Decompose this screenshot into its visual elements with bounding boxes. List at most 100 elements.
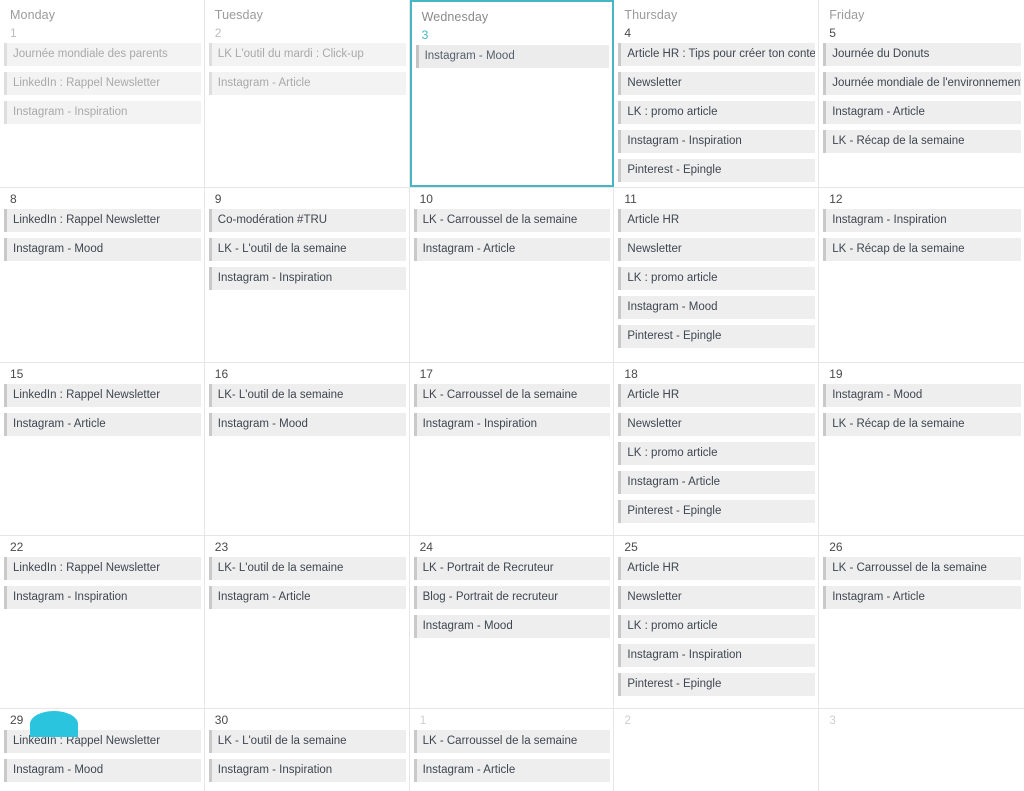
event-chip[interactable]: Instagram - Mood	[4, 759, 201, 782]
event-chip[interactable]: Instagram - Inspiration	[618, 644, 816, 667]
day-cell-3[interactable]: 3	[819, 709, 1024, 791]
event-chip[interactable]: Pinterest - Epingle	[618, 325, 816, 348]
event-chip[interactable]: LinkedIn : Rappel Newsletter	[4, 72, 201, 95]
event-chip[interactable]: LK- L'outil de la semaine	[208, 384, 406, 407]
event-chip[interactable]: LK - Carroussel de la semaine	[413, 209, 611, 232]
day-number: 15	[10, 367, 24, 381]
day-cell-25[interactable]: 25 Article HR Newsletter LK : promo article…	[614, 536, 820, 708]
day-cell-23[interactable]: 23 LK- L'outil de la semaine Instagram - A…	[204, 536, 410, 708]
event-chip[interactable]: Instagram - Inspiration	[413, 413, 611, 436]
day-cell-2[interactable]: Tuesday 2 LK L'outil du mardi : Click-up In…	[204, 0, 410, 187]
event-chip[interactable]: Instagram - Article	[208, 586, 406, 609]
event-chip[interactable]: Article HR	[618, 384, 816, 407]
event-chip[interactable]: LinkedIn : Rappel Newsletter	[4, 209, 201, 232]
event-chip[interactable]: LK - Carroussel de la semaine	[823, 557, 1021, 580]
event-chip[interactable]: LK - Carroussel de la semaine	[413, 384, 611, 407]
day-cell-1[interactable]: Monday 1 Journée mondiale des parents Linke…	[0, 0, 205, 187]
event-list: Article HR Newsletter LK : promo article In…	[614, 384, 818, 529]
event-chip[interactable]: Instagram - Mood	[823, 384, 1021, 407]
event-chip[interactable]: Instagram - Inspiration	[823, 209, 1021, 232]
day-cell-2[interactable]: 2	[614, 709, 820, 791]
event-chip[interactable]: LK : promo article	[618, 267, 816, 290]
event-chip[interactable]: Instagram - Mood	[208, 413, 406, 436]
event-chip[interactable]: Co-modération #TRU	[208, 209, 406, 232]
event-chip[interactable]: LK - Récap de la semaine	[823, 413, 1021, 436]
event-chip[interactable]: LK L'outil du mardi : Click-up	[208, 43, 406, 66]
event-chip[interactable]: Journée du Donuts	[823, 43, 1021, 66]
event-chip[interactable]: Newsletter	[618, 413, 816, 436]
event-list: LK- L'outil de la semaine Instagram - Art…	[205, 557, 409, 615]
event-chip[interactable]: Instagram - Article	[413, 238, 611, 261]
event-chip[interactable]: Pinterest - Epingle	[618, 673, 816, 696]
day-cell-17[interactable]: 17 LK - Carroussel de la semaine Instagram…	[409, 363, 615, 535]
day-cell-16[interactable]: 16 LK- L'outil de la semaine Instagram - M…	[204, 363, 410, 535]
event-chip[interactable]: LinkedIn : Rappel Newsletter	[4, 557, 201, 580]
event-chip[interactable]: Instagram - Mood	[4, 238, 201, 261]
event-chip[interactable]: Newsletter	[618, 586, 816, 609]
event-chip[interactable]: LK- L'outil de la semaine	[208, 557, 406, 580]
event-chip[interactable]: Journée mondiale de l'environnement	[823, 72, 1021, 95]
event-chip[interactable]: Instagram - Article	[823, 101, 1021, 124]
day-cell-5[interactable]: Friday 5 Journée du Donuts Journée mondiale…	[819, 0, 1024, 187]
day-cell-9[interactable]: 9 Co-modération #TRU LK - L'outil de la se…	[204, 188, 410, 362]
day-cell-30[interactable]: 30 LK - L'outil de la semaine Instagram - …	[204, 709, 410, 791]
event-chip[interactable]: Article HR	[618, 557, 816, 580]
event-chip[interactable]: LK - Carroussel de la semaine	[413, 730, 611, 753]
event-chip[interactable]: Pinterest - Epingle	[618, 159, 816, 182]
day-number: 2	[624, 713, 632, 727]
event-chip[interactable]: Instagram - Article	[4, 413, 201, 436]
day-cell-18[interactable]: 18 Article HR Newsletter LK : promo article…	[614, 363, 820, 535]
event-chip[interactable]: Newsletter	[618, 238, 816, 261]
event-chip[interactable]: Article HR : Tips pour créer ton contenu	[618, 43, 816, 66]
weekday-header-tuesday: Tuesday	[214, 8, 263, 22]
day-cell-4[interactable]: Thursday 4 Article HR : Tips pour créer to…	[614, 0, 820, 187]
day-cell-19[interactable]: 19 Instagram - Mood LK - Récap de la semai…	[819, 363, 1024, 535]
event-chip[interactable]: LK - Portrait de Recruteur	[413, 557, 611, 580]
event-chip[interactable]: Article HR	[618, 209, 816, 232]
day-cell-26[interactable]: 26 LK - Carroussel de la semaine Instagram…	[819, 536, 1024, 708]
event-chip[interactable]: LK - L'outil de la semaine	[208, 730, 406, 753]
day-cell-24[interactable]: 24 LK - Portrait de Recruteur Blog - Portr…	[409, 536, 615, 708]
event-chip[interactable]: LK : promo article	[618, 615, 816, 638]
event-chip[interactable]: LK - L'outil de la semaine	[208, 238, 406, 261]
event-chip[interactable]: Instagram - Article	[208, 72, 406, 95]
event-chip[interactable]: Instagram - Article	[618, 471, 816, 494]
event-chip[interactable]: LK : promo article	[618, 442, 816, 465]
event-list: LinkedIn : Rappel Newsletter Instagram - …	[0, 209, 204, 267]
event-chip[interactable]: Instagram - Mood	[413, 615, 611, 638]
day-cell-22[interactable]: 22 LinkedIn : Rappel Newsletter Instagram …	[0, 536, 205, 708]
day-number: 2	[214, 26, 222, 40]
event-chip[interactable]: LK - Récap de la semaine	[823, 130, 1021, 153]
day-cell-1[interactable]: 1 LK - Carroussel de la semaine Instagram …	[409, 709, 615, 791]
event-chip[interactable]: Instagram - Inspiration	[208, 267, 406, 290]
day-cell-10[interactable]: 10 LK - Carroussel de la semaine Instagram…	[409, 188, 615, 362]
event-chip[interactable]: Blog - Portrait de recruteur	[413, 586, 611, 609]
day-cell-8[interactable]: 8 LinkedIn : Rappel Newsletter Instagram -…	[0, 188, 205, 362]
event-chip[interactable]: Instagram - Inspiration	[4, 101, 201, 124]
day-cell-15[interactable]: 15 LinkedIn : Rappel Newsletter Instagram …	[0, 363, 205, 535]
day-cell-11[interactable]: 11 Article HR Newsletter LK : promo article…	[614, 188, 820, 362]
calendar-week-row: 15 LinkedIn : Rappel Newsletter Instagram …	[0, 363, 1024, 536]
event-chip[interactable]: Pinterest - Epingle	[618, 500, 816, 523]
event-chip[interactable]: Journée mondiale des parents	[4, 43, 201, 66]
event-chip[interactable]: Instagram - Inspiration	[4, 586, 201, 609]
day-number: 23	[214, 540, 229, 554]
day-cell-12[interactable]: 12 Instagram - Inspiration LK - Récap de l…	[819, 188, 1024, 362]
event-list: LK - Carroussel de la semaine Instagram -…	[819, 557, 1024, 615]
event-chip[interactable]: Newsletter	[618, 72, 816, 95]
day-number: 18	[624, 367, 638, 381]
day-cell-3[interactable]: Wednesday 3 Instagram - Mood	[409, 0, 615, 187]
event-chip[interactable]: Instagram - Article	[413, 759, 611, 782]
event-chip[interactable]: LinkedIn : Rappel Newsletter	[4, 384, 201, 407]
event-chip[interactable]: Instagram - Inspiration	[618, 130, 816, 153]
event-chip[interactable]: Instagram - Article	[823, 586, 1021, 609]
event-chip[interactable]: LinkedIn : Rappel Newsletter	[4, 730, 201, 753]
event-chip[interactable]: Instagram - Mood	[415, 45, 610, 68]
event-chip[interactable]: Instagram - Inspiration	[208, 759, 406, 782]
event-chip[interactable]: LK : promo article	[618, 101, 816, 124]
calendar-week-row: 29 LinkedIn : Rappel Newsletter Instagram …	[0, 709, 1024, 791]
event-chip[interactable]: Instagram - Mood	[618, 296, 816, 319]
calendar-month-grid: Monday 1 Journée mondiale des parents Linke…	[0, 0, 1024, 791]
event-chip[interactable]: LK - Récap de la semaine	[823, 238, 1021, 261]
day-cell-29[interactable]: 29 LinkedIn : Rappel Newsletter Instagram …	[0, 709, 205, 791]
